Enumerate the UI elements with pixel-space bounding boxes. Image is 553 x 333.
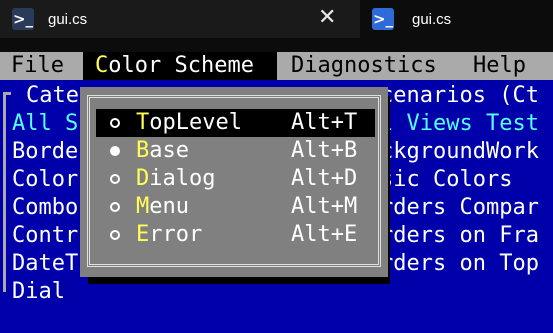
radio-icon: [110, 230, 120, 240]
list-item[interactable]: rders Compar: [380, 194, 539, 222]
menu-bar: File Color Scheme Diagnostics Help: [0, 52, 553, 80]
list-item[interactable]: Color: [12, 166, 78, 194]
list-item[interactable]: ckgroundWork: [380, 138, 539, 166]
menu-item-menu[interactable]: Menu Alt+M: [96, 193, 375, 221]
radio-checked-icon: [110, 146, 120, 156]
list-item[interactable]: Contr: [12, 222, 78, 250]
list-item[interactable]: rders on Top: [380, 250, 539, 278]
shortcut-label: Alt+E: [291, 222, 358, 247]
list-item[interactable]: DateT: [12, 250, 78, 278]
menu-item-toplevel[interactable]: TopLevel Alt+T: [96, 109, 375, 137]
powershell-icon: >_: [372, 8, 394, 30]
left-frame-corner: [3, 92, 11, 95]
close-tab-button[interactable]: ✕: [318, 6, 336, 30]
list-item[interactable]: rders on Fra: [380, 222, 539, 250]
menu-item-error[interactable]: Error Alt+E: [96, 221, 375, 249]
menu-help[interactable]: Help: [473, 52, 526, 80]
radio-icon: [110, 118, 120, 128]
radio-icon: [110, 174, 120, 184]
tab-gui-cs-2[interactable]: >_ gui.cs: [360, 0, 553, 38]
shortcut-label: Alt+B: [291, 138, 358, 163]
list-item[interactable]: Borde: [12, 138, 78, 166]
menu-item-base[interactable]: Base Alt+B: [96, 137, 375, 165]
categories-title: Cate: [26, 83, 79, 108]
tab-title: gui.cs: [412, 10, 452, 28]
radio-icon: [110, 202, 120, 212]
tab-gui-cs-1[interactable]: >_ gui.cs: [0, 0, 360, 38]
menu-color-scheme[interactable]: Color Scheme: [83, 52, 277, 80]
list-item[interactable]: Combo: [12, 194, 78, 222]
powershell-icon: >_: [12, 8, 34, 30]
shortcut-label: Alt+M: [291, 194, 358, 219]
menu-diagnostics[interactable]: Diagnostics: [291, 52, 437, 80]
list-item[interactable]: l Views Test: [380, 110, 539, 138]
shortcut-label: Alt+D: [291, 166, 358, 191]
list-item[interactable]: Dial: [12, 278, 65, 306]
scenarios-title: cenarios (Ct: [380, 83, 539, 108]
list-item[interactable]: sic Colors: [380, 166, 512, 194]
menu-item-dialog[interactable]: Dialog Alt+D: [96, 165, 375, 193]
shortcut-label: Alt+T: [291, 110, 358, 135]
tab-title: gui.cs: [48, 10, 88, 28]
list-item[interactable]: All S: [12, 110, 78, 138]
terminal-top-gap: [0, 38, 553, 52]
left-frame-line: [3, 92, 6, 292]
menu-file[interactable]: File: [0, 52, 83, 80]
